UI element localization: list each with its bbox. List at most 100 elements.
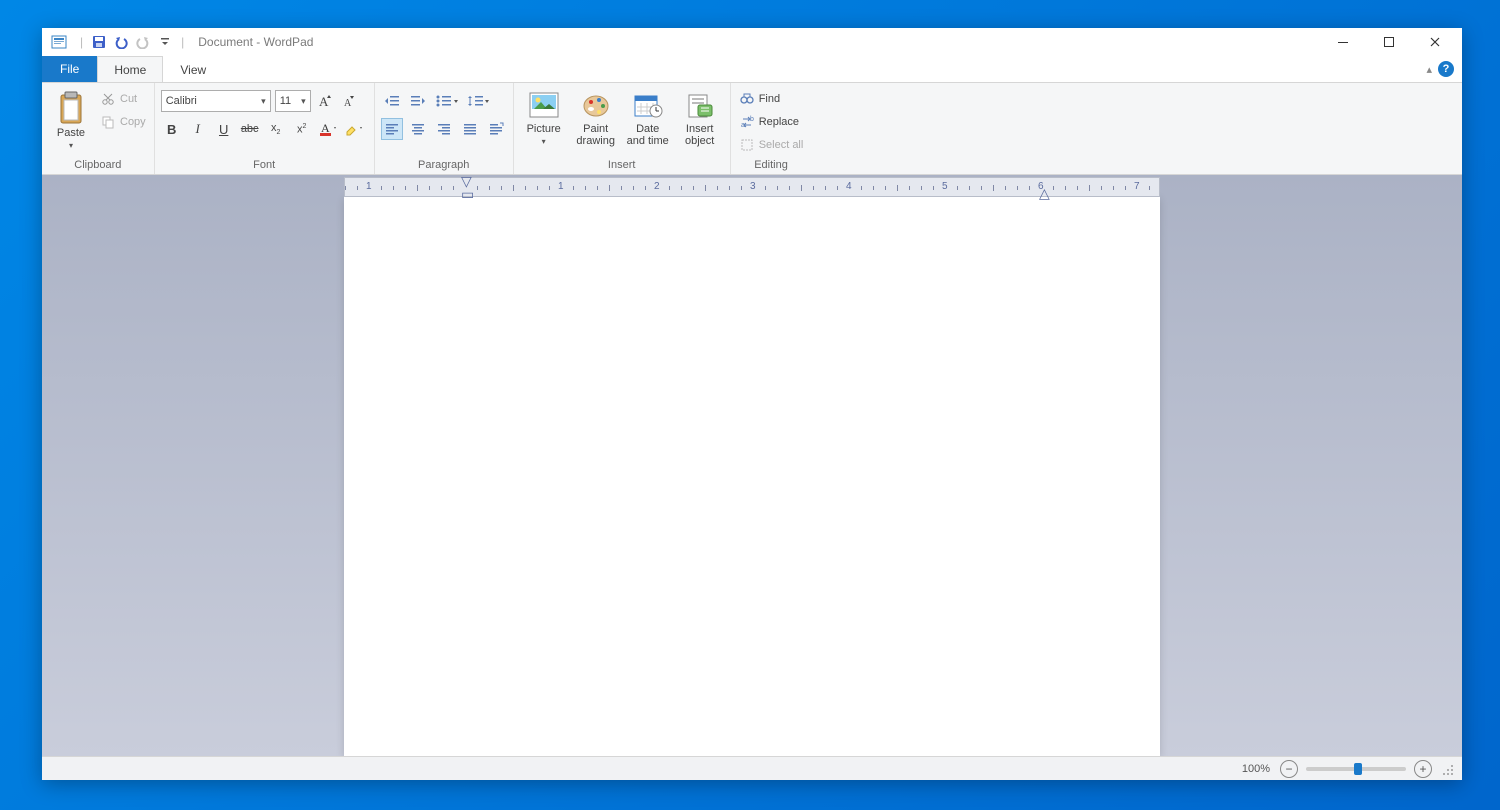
tab-home[interactable]: Home (97, 56, 163, 82)
zoom-value: 100% (1242, 763, 1270, 775)
font-size-combo[interactable]: 11▾ (275, 90, 311, 112)
svg-text:A: A (344, 98, 352, 108)
group-paragraph: Paragraph (375, 83, 514, 174)
paragraph-dialog-button[interactable] (485, 118, 507, 140)
font-size-value: 11 (280, 95, 291, 107)
save-button[interactable] (89, 32, 109, 52)
app-icon (50, 33, 68, 51)
decrease-indent-button[interactable] (381, 90, 403, 112)
justify-button[interactable] (459, 118, 481, 140)
ribbon-tabs: File Home View ▴ ? (42, 56, 1462, 83)
insert-paint-button[interactable]: Paint drawing (572, 87, 620, 149)
window-controls (1320, 28, 1458, 56)
font-name-combo[interactable]: Calibri▾ (161, 90, 271, 112)
superscript-button[interactable]: x2 (291, 118, 313, 140)
insert-picture-button[interactable]: Picture▾ (520, 87, 568, 149)
align-center-button[interactable] (407, 118, 429, 140)
subscript-button[interactable]: x2 (265, 118, 287, 140)
close-button[interactable] (1412, 28, 1458, 56)
replace-icon: ab (739, 114, 755, 130)
datetime-label: Date and time (626, 123, 670, 147)
copy-label: Copy (120, 116, 146, 128)
collapse-ribbon-button[interactable]: ▴ (1426, 63, 1432, 76)
increase-indent-button[interactable] (407, 90, 429, 112)
cut-button[interactable]: Cut (98, 89, 148, 109)
highlight-button[interactable] (343, 118, 365, 140)
customize-qat-button[interactable] (155, 32, 175, 52)
document-page[interactable] (344, 197, 1160, 756)
group-font-label: Font (161, 159, 368, 174)
minimize-button[interactable] (1320, 28, 1366, 56)
replace-button[interactable]: ab Replace (737, 112, 806, 132)
font-name-value: Calibri (166, 95, 197, 107)
title-bar: | | Document - WordPad (42, 28, 1462, 56)
group-insert-label: Insert (520, 159, 724, 174)
align-left-button[interactable] (381, 118, 403, 140)
indent-marker-bottom[interactable]: ▭ (461, 186, 474, 203)
line-spacing-button[interactable] (465, 90, 491, 112)
calendar-icon (633, 89, 663, 121)
group-clipboard-label: Clipboard (48, 159, 148, 174)
paste-label: Paste (57, 127, 85, 139)
strikethrough-button[interactable]: abc (239, 118, 261, 140)
bold-button[interactable]: B (161, 118, 183, 140)
svg-text:b: b (750, 116, 754, 123)
ruler[interactable]: 11234567 ▽ ▭ △ (344, 177, 1160, 197)
selectall-icon (739, 137, 755, 153)
select-all-button[interactable]: Select all (737, 135, 806, 155)
group-clipboard: Paste▾ Cut Copy Clipboard (42, 83, 155, 174)
palette-icon (581, 89, 611, 121)
svg-text:A: A (321, 121, 330, 135)
group-editing: Find ab Replace Select all Editing (731, 83, 812, 174)
grow-font-button[interactable]: A (315, 90, 335, 112)
paste-button[interactable]: Paste▾ (48, 87, 94, 153)
quick-access-toolbar: | | (76, 32, 188, 52)
insert-object-button[interactable]: Insert object (676, 87, 724, 149)
status-bar: 100% − + (42, 756, 1462, 780)
picture-icon (529, 89, 559, 121)
scissors-icon (100, 91, 116, 107)
shrink-font-button[interactable]: A (339, 90, 359, 112)
group-insert: Picture▾ Paint drawing Date and time Ins… (514, 83, 731, 174)
object-icon (685, 89, 715, 121)
find-button[interactable]: Find (737, 89, 806, 109)
font-color-button[interactable]: A (317, 118, 339, 140)
group-paragraph-label: Paragraph (381, 159, 507, 174)
select-all-label: Select all (759, 139, 804, 151)
tab-view[interactable]: View (163, 56, 223, 82)
maximize-button[interactable] (1366, 28, 1412, 56)
zoom-out-button[interactable]: − (1280, 760, 1298, 778)
zoom-slider-thumb[interactable] (1354, 763, 1362, 775)
application-window: | | Document - WordPad File Home View (42, 28, 1462, 780)
right-indent-marker[interactable]: △ (1039, 185, 1050, 202)
object-label: Insert object (678, 123, 722, 147)
underline-button[interactable]: U (213, 118, 235, 140)
document-area: 11234567 ▽ ▭ △ (42, 175, 1462, 756)
zoom-in-button[interactable]: + (1414, 760, 1432, 778)
ribbon: Paste▾ Cut Copy Clipboard (42, 83, 1462, 175)
svg-text:a: a (741, 122, 745, 129)
find-label: Find (759, 93, 780, 105)
insert-datetime-button[interactable]: Date and time (624, 87, 672, 149)
resize-grip[interactable] (1440, 762, 1454, 776)
svg-text:A: A (319, 94, 329, 109)
binoculars-icon (739, 91, 755, 107)
group-editing-label: Editing (737, 159, 806, 174)
cut-label: Cut (120, 93, 137, 105)
clipboard-icon (55, 89, 87, 127)
italic-button[interactable]: I (187, 118, 209, 140)
copy-button[interactable]: Copy (98, 112, 148, 132)
undo-button[interactable] (111, 32, 131, 52)
window-title: Document - WordPad (198, 35, 313, 49)
align-right-button[interactable] (433, 118, 455, 140)
bullets-button[interactable] (433, 90, 461, 112)
zoom-slider[interactable] (1306, 767, 1406, 771)
paint-label: Paint drawing (574, 123, 618, 147)
replace-label: Replace (759, 116, 799, 128)
group-font: Calibri▾ 11▾ A A B I U abc x2 (155, 83, 375, 174)
help-button[interactable]: ? (1438, 61, 1454, 77)
picture-label: Picture (527, 123, 561, 135)
tab-file[interactable]: File (42, 56, 97, 82)
redo-button[interactable] (133, 32, 153, 52)
copy-icon (100, 114, 116, 130)
